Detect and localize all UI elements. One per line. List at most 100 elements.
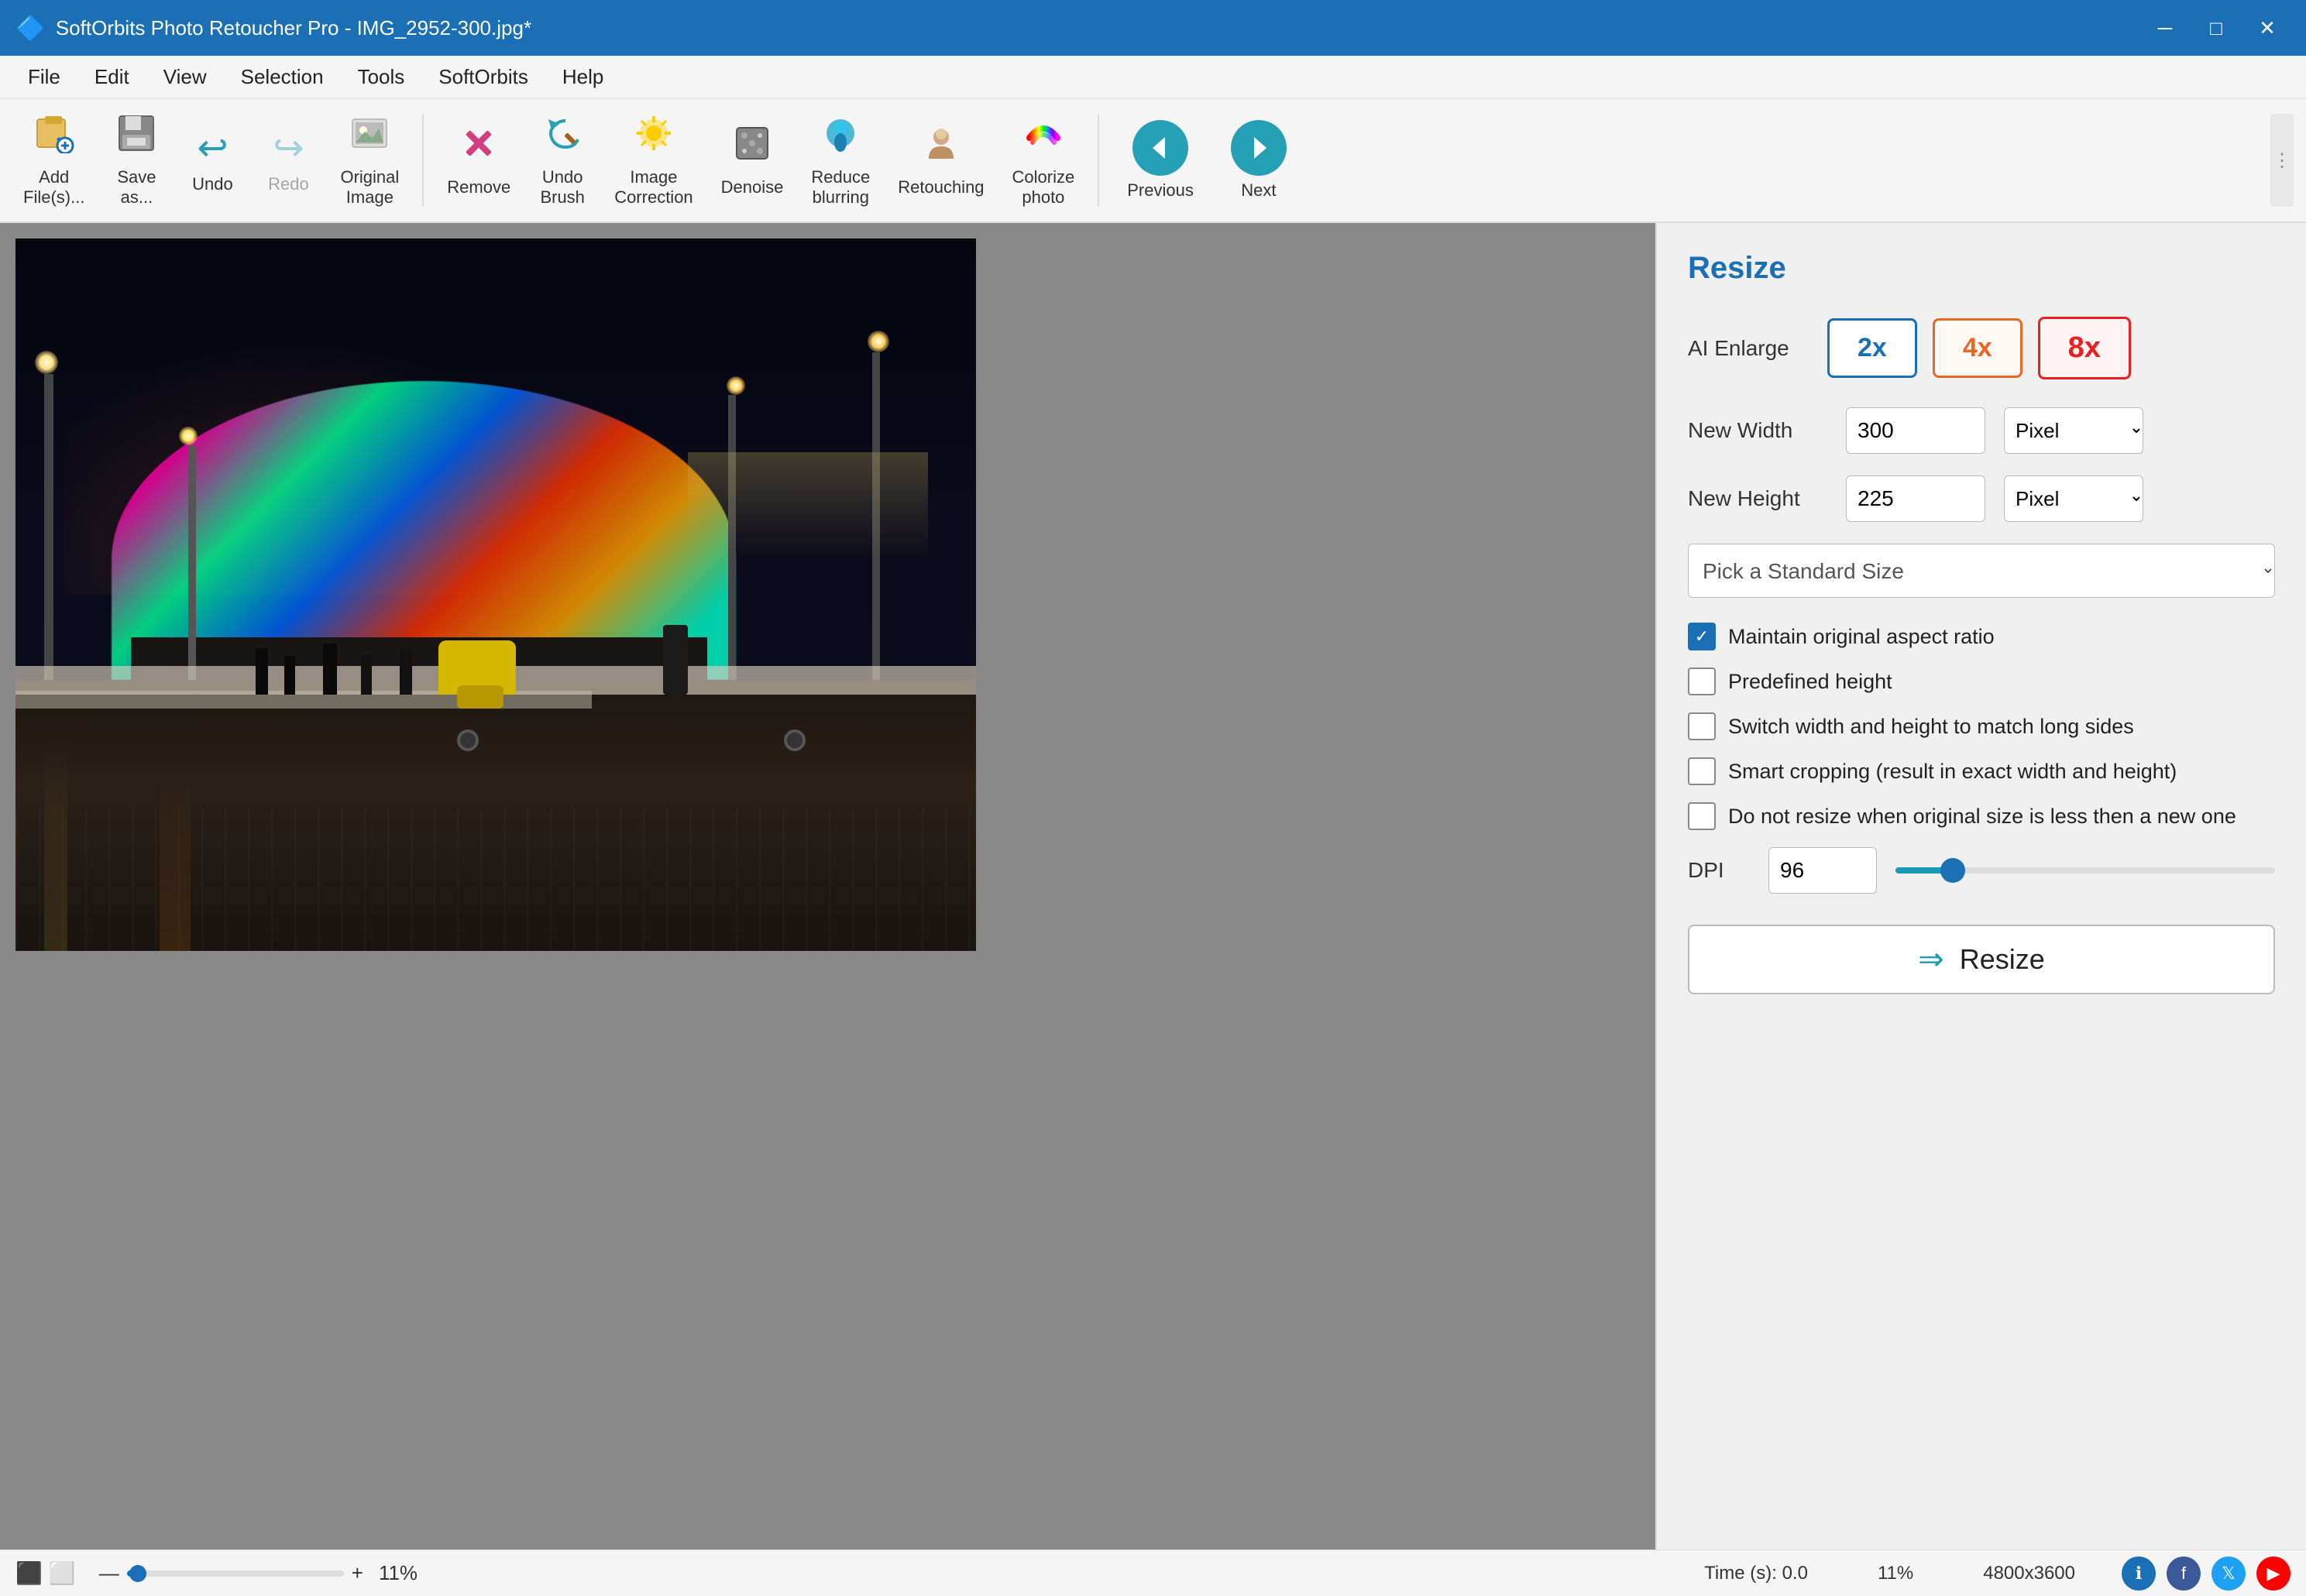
retouching-icon: [921, 123, 961, 173]
colorize-photo-button[interactable]: Colorizephoto: [1002, 105, 1086, 216]
new-width-label: New Width: [1688, 418, 1827, 443]
zoom-thumb[interactable]: [129, 1565, 146, 1582]
enlarge-2x-button[interactable]: 2x: [1827, 318, 1917, 378]
previous-label: Previous: [1127, 180, 1194, 201]
enlarge-8x-button[interactable]: 8x: [2038, 317, 2131, 379]
menu-help[interactable]: Help: [547, 59, 619, 95]
undo-brush-label: UndoBrush: [540, 167, 584, 208]
reduce-blurring-label: Reduceblurring: [811, 167, 870, 208]
social-icons: ℹ f 𝕏 ▶: [2122, 1557, 2291, 1591]
reduce-blurring-button[interactable]: Reduceblurring: [800, 105, 881, 216]
redo-button[interactable]: ↪ Redo: [253, 118, 323, 202]
resize-button[interactable]: ⇒ Resize: [1688, 925, 2275, 994]
new-height-label: New Height: [1688, 486, 1827, 511]
previous-button[interactable]: Previous: [1112, 112, 1209, 208]
fit-view-icon[interactable]: ⬛: [15, 1560, 43, 1586]
maintain-aspect-label: Maintain original aspect ratio: [1728, 625, 1995, 649]
time-display: Time (s): 0.0: [1704, 1563, 1808, 1584]
reduce-blurring-icon: [820, 113, 861, 163]
next-label: Next: [1241, 180, 1276, 201]
minimize-button[interactable]: ─: [2142, 12, 2188, 43]
maintain-aspect-row: ✓ Maintain original aspect ratio: [1688, 623, 2275, 650]
ai-enlarge-label: AI Enlarge: [1688, 336, 1812, 361]
canvas-area[interactable]: [0, 223, 1655, 1550]
undo-button[interactable]: ↩ Undo: [177, 118, 247, 202]
width-unit-select[interactable]: Pixel Percent cm mm inch: [2004, 407, 2143, 454]
switch-dimensions-checkbox[interactable]: [1688, 712, 1716, 740]
undo-brush-button[interactable]: UndoBrush: [528, 105, 597, 216]
dpi-label: DPI: [1688, 858, 1750, 883]
dpi-input[interactable]: [1768, 847, 1877, 894]
maximize-button[interactable]: □: [2193, 12, 2239, 43]
standard-size-select[interactable]: Pick a Standard Size 640x480 800x600 102…: [1688, 544, 2275, 598]
menu-file[interactable]: File: [12, 59, 76, 95]
smart-cropping-label: Smart cropping (result in exact width an…: [1728, 760, 2177, 784]
zoom-out-icon[interactable]: —: [99, 1561, 119, 1585]
retouching-button[interactable]: Retouching: [887, 115, 995, 205]
image-correction-label: ImageCorrection: [614, 167, 692, 208]
toolbar: AddFile(s)... Saveas... ↩ Undo ↪ Redo: [0, 99, 2306, 223]
menubar: File Edit View Selection Tools SoftOrbit…: [0, 56, 2306, 99]
ai-enlarge-section: AI Enlarge 2x 4x 8x: [1688, 317, 2275, 379]
predefined-height-checkbox[interactable]: [1688, 668, 1716, 695]
statusbar: ⬛ ⬜ — + 11% Time (s): 0.0 11% 4800x3600 …: [0, 1550, 2306, 1596]
add-files-button[interactable]: AddFile(s)...: [12, 105, 95, 216]
main-area: Resize AI Enlarge 2x 4x 8x New Width Pix…: [0, 223, 2306, 1550]
undo-icon: ↩: [197, 126, 228, 170]
close-button[interactable]: ✕: [2244, 12, 2291, 43]
dpi-row: DPI: [1688, 847, 2275, 894]
new-width-input[interactable]: [1846, 407, 1985, 454]
zoom-value: 11%: [379, 1561, 418, 1585]
collapse-handle[interactable]: ⋮: [2270, 114, 2294, 207]
undo-label: Undo: [192, 174, 233, 194]
facebook-icon[interactable]: f: [2167, 1557, 2201, 1591]
next-icon: [1231, 120, 1287, 176]
youtube-icon[interactable]: ▶: [2256, 1557, 2291, 1591]
window-controls: ─ □ ✕: [2142, 12, 2291, 43]
redo-icon: ↪: [273, 126, 304, 170]
app-icon: 🔷: [15, 13, 46, 43]
predefined-height-row: Predefined height: [1688, 668, 2275, 695]
info-icon[interactable]: ℹ: [2122, 1557, 2156, 1591]
menu-tools[interactable]: Tools: [342, 59, 421, 95]
switch-dimensions-label: Switch width and height to match long si…: [1728, 715, 2134, 739]
original-image-label: OriginalImage: [340, 167, 399, 208]
zoom-in-icon[interactable]: +: [352, 1561, 363, 1585]
maintain-aspect-checkbox[interactable]: ✓: [1688, 623, 1716, 650]
new-height-input[interactable]: [1846, 475, 1985, 522]
no-resize-row: Do not resize when original size is less…: [1688, 802, 2275, 830]
actual-size-icon[interactable]: ⬜: [49, 1560, 76, 1586]
menu-selection[interactable]: Selection: [225, 59, 339, 95]
image-dimensions: 4800x3600: [1983, 1563, 2075, 1584]
original-image-button[interactable]: OriginalImage: [329, 105, 410, 216]
height-row: New Height Pixel Percent cm mm inch: [1688, 475, 2275, 522]
smart-cropping-checkbox[interactable]: [1688, 757, 1716, 785]
save-as-button[interactable]: Saveas...: [101, 105, 171, 216]
denoise-button[interactable]: Denoise: [710, 115, 795, 205]
zoom-slider[interactable]: [127, 1570, 344, 1577]
predefined-height-label: Predefined height: [1728, 670, 1892, 694]
menu-softorbits[interactable]: SoftOrbits: [423, 59, 544, 95]
menu-edit[interactable]: Edit: [79, 59, 145, 95]
colorize-photo-icon: [1023, 113, 1064, 163]
panel-title: Resize: [1688, 251, 2275, 286]
switch-dimensions-row: Switch width and height to match long si…: [1688, 712, 2275, 740]
dpi-thumb[interactable]: [1940, 858, 1965, 883]
no-resize-checkbox[interactable]: [1688, 802, 1716, 830]
dpi-track: [1895, 867, 2275, 874]
image-correction-button[interactable]: ImageCorrection: [603, 105, 703, 216]
window-title: SoftOrbits Photo Retoucher Pro - IMG_295…: [56, 16, 2142, 40]
remove-button[interactable]: Remove: [436, 115, 521, 205]
retouching-label: Retouching: [898, 177, 984, 197]
resize-arrow-icon: ⇒: [1918, 942, 1944, 977]
denoise-icon: [732, 123, 772, 173]
menu-view[interactable]: View: [148, 59, 222, 95]
enlarge-4x-button[interactable]: 4x: [1933, 318, 2022, 378]
scene: [15, 239, 976, 951]
next-button[interactable]: Next: [1215, 112, 1302, 208]
image-correction-icon: [634, 113, 674, 163]
remove-icon: [459, 123, 499, 173]
zoom-percent: 11%: [1878, 1563, 1913, 1584]
twitter-icon[interactable]: 𝕏: [2211, 1557, 2246, 1591]
height-unit-select[interactable]: Pixel Percent cm mm inch: [2004, 475, 2143, 522]
